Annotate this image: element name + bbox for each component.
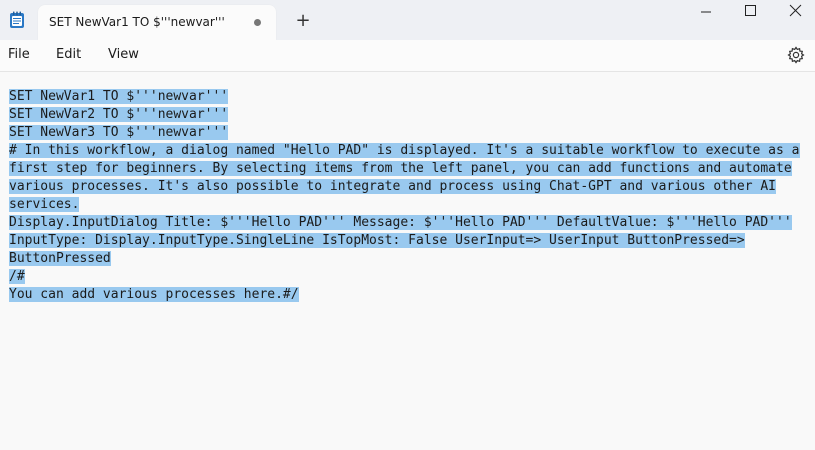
close-icon[interactable] xyxy=(773,0,815,24)
new-tab-button[interactable]: + xyxy=(292,10,314,32)
editor-line: services. xyxy=(9,197,80,212)
tab-title: SET NewVar1 TO $'''newvar''' xyxy=(49,15,225,29)
menu-edit[interactable]: Edit xyxy=(56,47,81,62)
editor-line: InputType: Display.InputType.SingleLine … xyxy=(9,233,745,248)
editor-line: SET NewVar1 TO $'''newvar''' xyxy=(9,89,229,104)
editor-line: You can add various processes here.#/ xyxy=(9,287,299,302)
editor-line: /# xyxy=(9,269,25,284)
gear-icon[interactable] xyxy=(787,46,805,64)
maximize-icon[interactable] xyxy=(728,0,774,24)
menu-bar: File Edit View xyxy=(0,40,815,72)
editor-line: ButtonPressed xyxy=(9,251,111,266)
notepad-icon xyxy=(10,11,24,28)
minimize-icon[interactable] xyxy=(683,0,729,24)
editor-line: Display.InputDialog Title: $'''Hello PAD… xyxy=(9,215,792,230)
editor-line: SET NewVar3 TO $'''newvar''' xyxy=(9,125,229,140)
unsaved-indicator-icon[interactable] xyxy=(254,19,261,26)
editor-line: various processes. It's also possible to… xyxy=(9,179,777,194)
editor-line: # In this workflow, a dialog named "Hell… xyxy=(9,143,800,158)
editor-line: SET NewVar2 TO $'''newvar''' xyxy=(9,107,229,122)
tab-active-document[interactable]: SET NewVar1 TO $'''newvar''' xyxy=(38,5,276,40)
menu-file[interactable]: File xyxy=(8,47,30,62)
menu-view[interactable]: View xyxy=(108,47,139,62)
title-bar: SET NewVar1 TO $'''newvar''' + xyxy=(0,0,815,40)
text-editor[interactable]: SET NewVar1 TO $'''newvar''' SET NewVar2… xyxy=(0,72,815,450)
editor-line: first step for beginners. By selecting i… xyxy=(9,161,792,176)
editor-content[interactable]: SET NewVar1 TO $'''newvar''' SET NewVar2… xyxy=(9,88,800,304)
